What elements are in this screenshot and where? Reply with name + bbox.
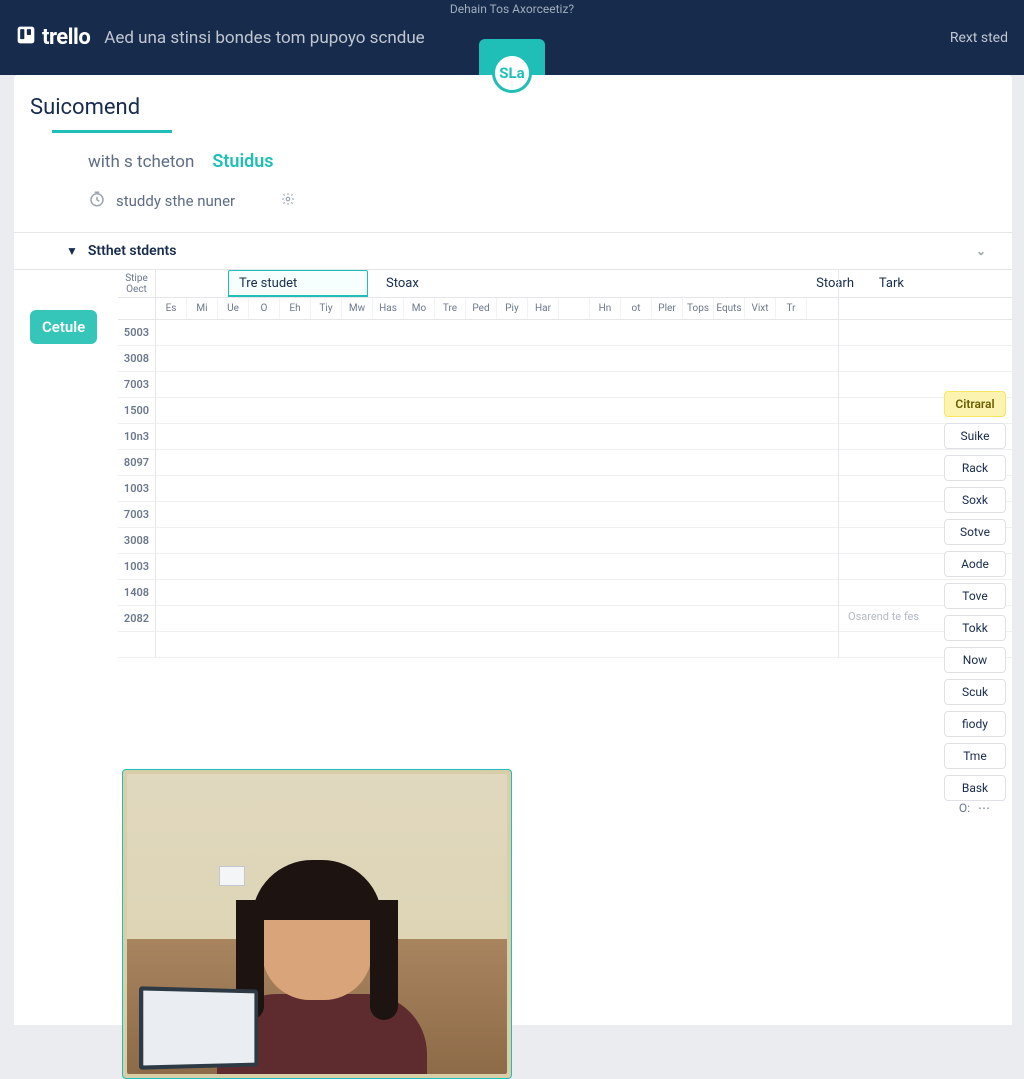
day-header-cell: Har [528, 298, 559, 319]
left-column: Cetule [22, 270, 118, 658]
day-header-cell: Mo [404, 298, 435, 319]
laptop-shape [139, 986, 258, 1069]
day-header-cell: Mi [187, 298, 218, 319]
action-chip[interactable]: Bask [944, 775, 1006, 801]
center-badge[interactable]: SLa [492, 53, 532, 93]
vertical-divider [838, 270, 839, 658]
primary-action-chip[interactable]: Citraral [944, 391, 1006, 417]
table-row: 1003 [118, 476, 1012, 502]
action-chip[interactable]: fiody [944, 711, 1006, 737]
subhead-highlight[interactable]: Stuidus [212, 151, 273, 172]
table-row: 10n3 [118, 424, 1012, 450]
day-header-cell: Tops [683, 298, 714, 319]
subheading: with s tcheton Stuidus [14, 133, 1012, 172]
table-row: 1408 [118, 580, 1012, 606]
right-header-b: Tark [879, 276, 904, 291]
action-chip[interactable]: Suike [944, 423, 1006, 449]
side-actions: Citraral Suike Rack Soxk Sotve Aode Tove Tokk N… [944, 391, 1006, 801]
brand[interactable]: trello [16, 25, 90, 51]
active-tab[interactable]: Tre studet [228, 270, 368, 297]
chevron-collapse-icon[interactable]: ⌄ [976, 244, 986, 258]
day-header-cell: Mw [342, 298, 373, 319]
action-chip[interactable]: Tokk [944, 615, 1006, 641]
day-header-cell: Tiy [311, 298, 342, 319]
day-header-cell: Tre [435, 298, 466, 319]
day-header-cell: O [249, 298, 280, 319]
action-chip[interactable]: Aode [944, 551, 1006, 577]
subhead-muted: with s tcheton [88, 152, 194, 172]
study-label: studdy sthe nuner [116, 192, 235, 210]
day-header-cell: Vixt [745, 298, 776, 319]
action-chip[interactable]: Scuk [944, 679, 1006, 705]
top-bar: Dehain Tos Axorceetiz? trello Aed una st… [0, 0, 1024, 75]
time-cell: 1500 [118, 398, 156, 423]
time-cell [118, 632, 156, 657]
grid-wrap: Cetule Tre studet Stoax Stoarh Tark Osar… [14, 270, 1012, 658]
top-message: Dehain Tos Axorceetiz? [450, 0, 574, 16]
day-header-cell: Ped [466, 298, 497, 319]
day-header-cell [559, 298, 590, 319]
main-panel: Suicomend with s tcheton Stuidus studdy … [14, 75, 1012, 1025]
action-chip[interactable]: Now [944, 647, 1006, 673]
clock-icon [88, 190, 106, 212]
right-header-a: Stoarh [816, 276, 854, 291]
table-row: 3008 [118, 528, 1012, 554]
time-cell: 2082 [118, 606, 156, 631]
day-header-cell: Eh [280, 298, 311, 319]
mid-header: Stoax [386, 276, 419, 291]
section-label: Stthet stdents [88, 243, 177, 259]
action-chip[interactable]: Sotve [944, 519, 1006, 545]
table-row: 1500 [118, 398, 1012, 424]
time-cell: 10n3 [118, 424, 156, 449]
day-header-cell: Pler [652, 298, 683, 319]
action-chip[interactable]: Rack [944, 455, 1006, 481]
dots-icon[interactable]: ⋯ [978, 801, 990, 815]
cetule-button[interactable]: Cetule [30, 310, 97, 344]
table-row: 5003 [118, 320, 1012, 346]
day-header-cell: Es [156, 298, 187, 319]
section-header[interactable]: ▼ Stthet stdents ⌄ [14, 232, 1012, 270]
day-header-cell: Equts [714, 298, 745, 319]
trello-logo-icon [16, 25, 36, 51]
table-row: 8097 [118, 450, 1012, 476]
top-right-link[interactable]: Rext sted [950, 30, 1008, 46]
table-row: 7003 [118, 502, 1012, 528]
table-row: 7003 [118, 372, 1012, 398]
webcam-panel[interactable] [122, 769, 512, 1079]
close-label[interactable]: O: [959, 801, 970, 815]
day-header-cell: Piy [497, 298, 528, 319]
table-row: 3008 [118, 346, 1012, 372]
action-chip[interactable]: Tove [944, 583, 1006, 609]
time-cell: 1408 [118, 580, 156, 605]
day-header-cell: Hn [590, 298, 621, 319]
side-extra: O: ⋯ [959, 801, 990, 815]
time-cell: 3008 [118, 346, 156, 371]
day-header-cell: Has [373, 298, 404, 319]
brand-text: trello [42, 25, 90, 50]
day-header-cell: Ue [218, 298, 249, 319]
action-chip[interactable]: Tme [944, 743, 1006, 769]
action-chip[interactable]: Soxk [944, 487, 1006, 513]
time-cell: 7003 [118, 502, 156, 527]
day-header-cell: Tr [776, 298, 807, 319]
time-cell: 8097 [118, 450, 156, 475]
webcam-scene [127, 774, 507, 1074]
schedule-grid: Tre studet Stoax Stoarh Tark Osarend te … [118, 270, 1012, 658]
day-header-cell: ot [621, 298, 652, 319]
time-cell: 1003 [118, 476, 156, 501]
chevron-down-icon: ▼ [66, 244, 78, 258]
time-cell: 1003 [118, 554, 156, 579]
table-row: 1003 [118, 554, 1012, 580]
time-column-header: Stipe Oect [118, 270, 156, 297]
time-cell: 7003 [118, 372, 156, 397]
board-title[interactable]: Aed una stinsi bondes tom pupoyo scndue [104, 28, 424, 48]
day-header-row: EsMiUeOEhTiyMwHasMoTrePedPiyHarHnotPlerT… [118, 298, 1012, 320]
table-row [118, 632, 1012, 658]
gear-icon[interactable] [281, 192, 295, 210]
time-cell: 3008 [118, 528, 156, 553]
ghost-placeholder[interactable]: Osarend te fes [848, 610, 919, 623]
time-cell: 5003 [118, 320, 156, 345]
study-row: studdy sthe nuner [14, 172, 1012, 232]
